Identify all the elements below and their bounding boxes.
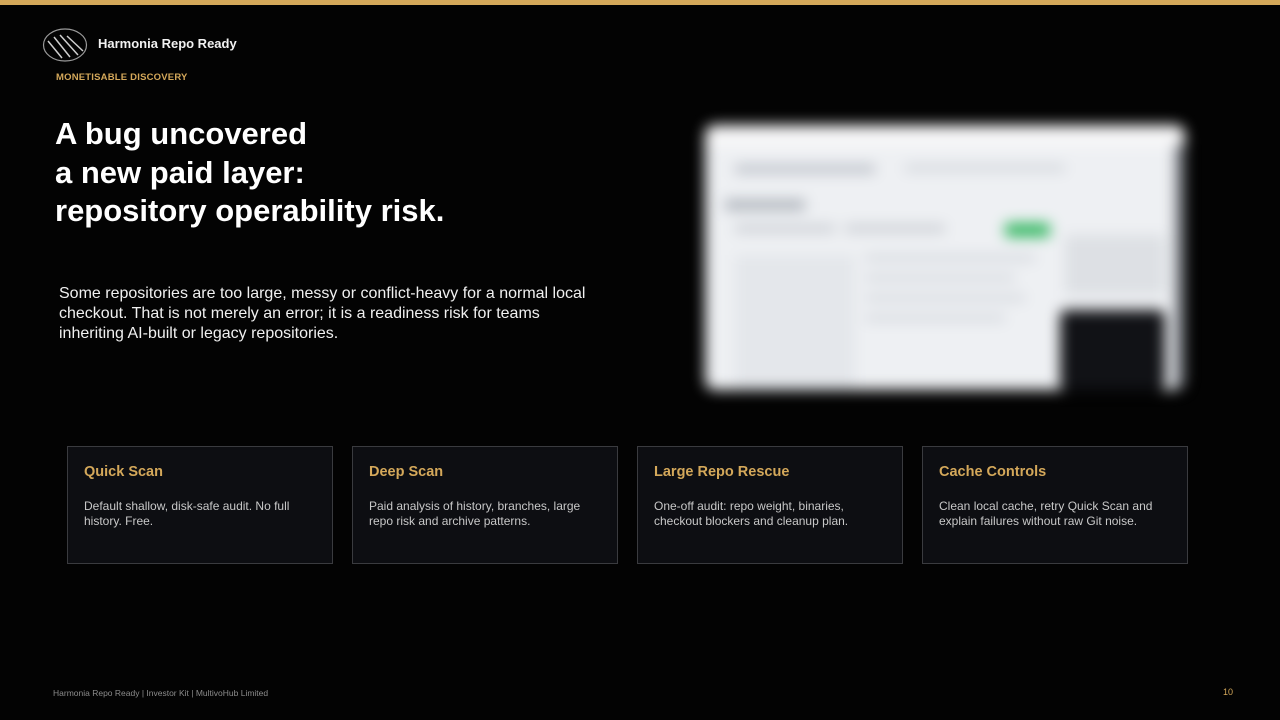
card-description: One-off audit: repo weight, binaries, ch… [654, 499, 849, 528]
card-deep-scan: Deep Scan Paid analysis of history, bran… [352, 446, 618, 564]
card-description: Default shallow, disk-safe audit. No ful… [84, 499, 290, 528]
headline-line-1: A bug uncovered [55, 116, 308, 151]
harmonia-logo-icon [42, 28, 88, 62]
brand-header: Harmonia Repo Ready [42, 27, 237, 63]
page-title: A bug uncovered a new paid layer: reposi… [55, 115, 655, 231]
card-quick-scan: Quick Scan Default shallow, disk-safe au… [67, 446, 333, 564]
footer-text: Harmonia Repo Ready | Investor Kit | Mul… [53, 688, 269, 698]
offering-cards: Quick Scan Default shallow, disk-safe au… [67, 446, 1188, 564]
card-description: Paid analysis of history, branches, larg… [369, 499, 581, 528]
page-number: 10 [1222, 687, 1233, 697]
section-kicker: MONETISABLE DISCOVERY [56, 72, 188, 83]
headline-line-2: a new paid layer: [55, 154, 305, 190]
card-large-repo-rescue: Large Repo Rescue One-off audit: repo we… [637, 446, 903, 564]
blurred-app-screenshot [695, 115, 1195, 400]
card-title: Quick Scan [84, 464, 163, 480]
card-title: Cache Controls [939, 464, 1047, 480]
headline-line-3: repository operability risk. [55, 193, 445, 228]
top-accent-bar [0, 0, 1280, 5]
card-title: Deep Scan [369, 464, 444, 480]
card-title: Large Repo Rescue [654, 464, 790, 480]
card-description: Clean local cache, retry Quick Scan and … [939, 499, 1153, 528]
brand-name: Harmonia Repo Ready [98, 35, 237, 51]
intro-paragraph: Some repositories are too large, messy o… [59, 285, 586, 342]
card-cache-controls: Cache Controls Clean local cache, retry … [922, 446, 1188, 564]
screenshot-image [705, 125, 1185, 390]
